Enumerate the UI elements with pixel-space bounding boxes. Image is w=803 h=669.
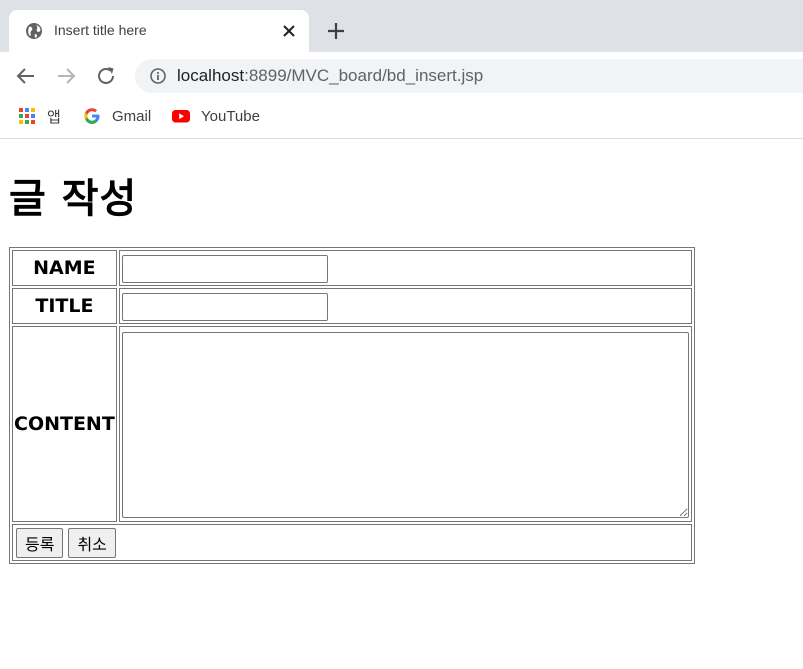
globe-icon — [26, 23, 42, 39]
tab-strip: Insert title here — [0, 0, 803, 52]
forward-arrow-icon[interactable] — [54, 64, 78, 88]
google-icon — [84, 108, 100, 124]
url-path: :8899/MVC_board/bd_insert.jsp — [244, 66, 484, 85]
content-textarea[interactable] — [121, 331, 689, 518]
reload-icon[interactable] — [94, 64, 118, 88]
post-form-table: NAME TITLE CONTENT 등록 취소 — [9, 247, 695, 564]
bookmark-gmail[interactable]: Gmail — [83, 106, 151, 126]
bookmarks-bar: 앱 Gmail YouTube — [0, 99, 803, 139]
bookmark-youtube[interactable]: YouTube — [172, 106, 260, 126]
browser-tab[interactable]: Insert title here — [9, 10, 309, 52]
close-icon[interactable] — [279, 21, 299, 41]
bookmark-label: YouTube — [201, 107, 260, 125]
new-tab-icon[interactable] — [325, 20, 347, 42]
content-cell — [118, 326, 692, 522]
title-label: TITLE — [12, 288, 117, 324]
button-row: 등록 취소 — [12, 524, 692, 561]
submit-button[interactable]: 등록 — [16, 528, 64, 558]
url-text: localhost:8899/MVC_board/bd_insert.jsp — [177, 66, 483, 86]
apps-grid-icon — [19, 108, 35, 124]
name-label: NAME — [12, 250, 117, 286]
address-bar[interactable]: localhost:8899/MVC_board/bd_insert.jsp — [135, 59, 803, 93]
button-cell: 등록 취소 — [12, 524, 692, 561]
bookmark-label: 앱 — [47, 108, 61, 126]
tab-title: Insert title here — [54, 22, 147, 38]
bookmark-label: Gmail — [112, 107, 152, 125]
page-content: 글 작성 NAME TITLE CONTENT 등록 취소 — [0, 140, 803, 669]
title-row: TITLE — [12, 288, 692, 324]
name-cell — [118, 250, 692, 286]
back-arrow-icon[interactable] — [14, 64, 38, 88]
page-title: 글 작성 — [9, 176, 138, 222]
name-row: NAME — [12, 250, 692, 286]
title-cell — [118, 288, 692, 324]
name-input[interactable] — [121, 254, 328, 283]
youtube-icon — [172, 110, 190, 123]
info-icon[interactable] — [150, 68, 166, 84]
browser-toolbar: localhost:8899/MVC_board/bd_insert.jsp — [0, 52, 803, 99]
content-row: CONTENT — [12, 326, 692, 522]
content-label: CONTENT — [12, 326, 117, 522]
url-host: localhost — [177, 66, 245, 85]
cancel-button[interactable]: 취소 — [68, 528, 116, 558]
title-input[interactable] — [121, 292, 328, 321]
bookmark-apps[interactable]: 앱 — [18, 106, 61, 126]
